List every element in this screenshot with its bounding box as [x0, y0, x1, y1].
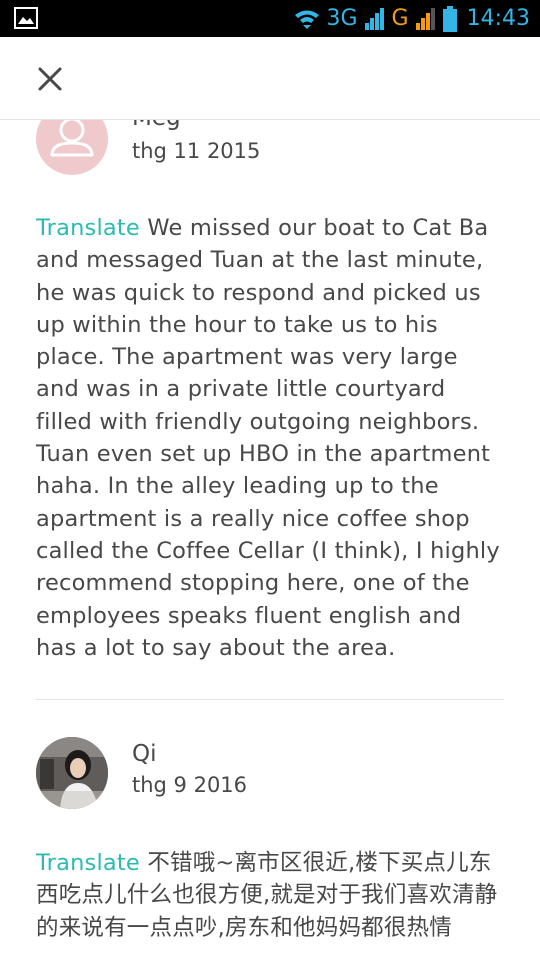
reviewer-name: Meg: [132, 119, 181, 131]
review-text: Translate 不错哦~离市区很近,楼下买点儿东西吃点儿什么也很方便,就是对…: [36, 847, 506, 944]
signal-icon-2: [415, 8, 435, 30]
translate-link[interactable]: Translate: [36, 215, 140, 241]
wifi-icon: [295, 10, 320, 29]
profile-photo: [36, 737, 108, 809]
review-date: thg 9 2016: [132, 773, 248, 797]
status-bar: 3G G 14:43: [0, 0, 540, 37]
review-text: Translate We missed our boat to Cat Ba a…: [36, 212, 506, 664]
divider: [36, 699, 504, 700]
review-body: We missed our boat to Cat Ba and message…: [36, 215, 500, 661]
network-type-label: 3G: [326, 6, 358, 31]
clock: 14:43: [466, 6, 530, 31]
avatar[interactable]: [36, 737, 108, 809]
reviews-list[interactable]: Meg thg 11 2015 Translate We missed our …: [0, 119, 540, 960]
network-type-label-2: G: [391, 6, 409, 31]
avatar[interactable]: [36, 119, 108, 175]
signal-icon: [364, 8, 384, 30]
battery-icon: [442, 6, 457, 32]
reviewer-name: Qi: [132, 741, 157, 767]
review-date: thg 11 2015: [132, 139, 261, 163]
top-bar: [0, 37, 540, 120]
close-icon[interactable]: [34, 63, 66, 95]
gallery-notification-icon: [14, 7, 38, 29]
user-placeholder-icon: [50, 119, 94, 157]
status-icons: 3G G 14:43: [294, 4, 530, 34]
translate-link[interactable]: Translate: [36, 850, 140, 876]
